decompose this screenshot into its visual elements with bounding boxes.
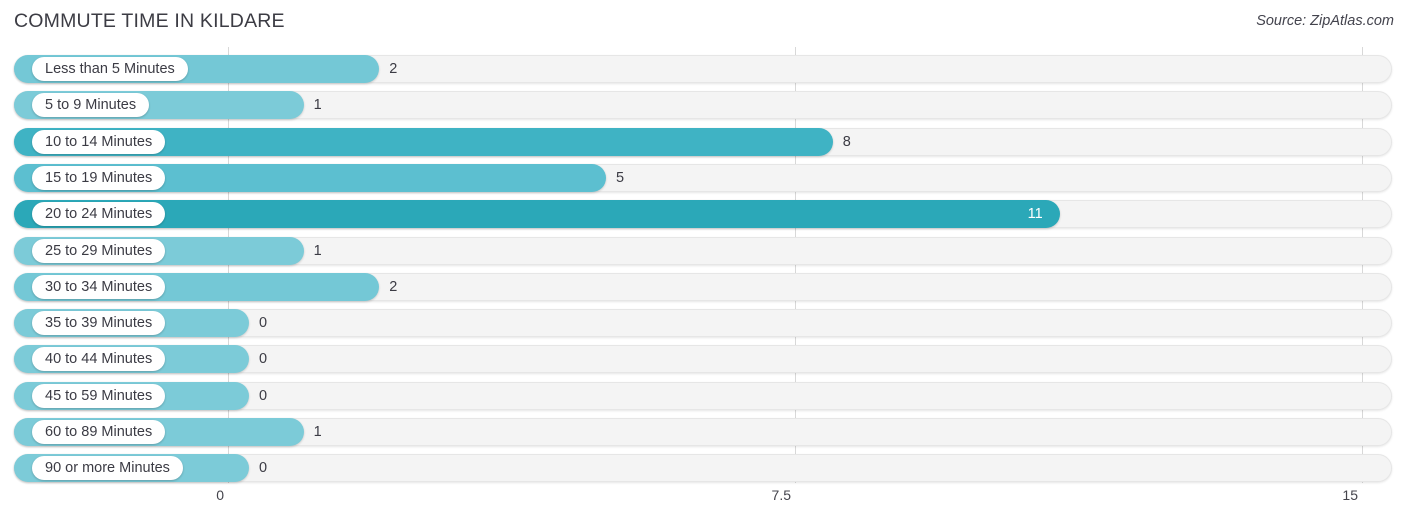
bar-category-label: 5 to 9 Minutes [32,93,150,118]
bar-value-label: 0 [259,387,268,404]
bar-value-label: 1 [313,424,322,440]
bar[interactable] [14,200,1060,229]
bar-row[interactable]: 20 to 24 Minutes 11 [14,200,1392,229]
x-axis-tick-label: 15 [1342,487,1358,503]
bar-value-label: 5 [616,169,625,186]
bar-category-label: 15 to 19 Minutes [32,165,166,190]
bar-value-label: 0 [259,351,268,368]
bar-value-label: 1 [313,97,322,114]
bar-row[interactable]: 15 to 19 Minutes 5 [14,163,1392,192]
bar-category-label: Less than 5 Minutes [32,57,188,81]
page-title: COMMUTE TIME IN KILDARE [14,10,285,32]
bar-category-label: 90 or more Minutes [32,456,183,481]
bar-row[interactable]: Less than 5 Minutes 2 [14,55,1392,83]
bar-category-label: 20 to 24 Minutes [32,202,166,227]
plot-area: Less than 5 Minutes 2 5 to 9 Minutes 1 10 to… [0,45,1406,485]
bar-rows: Less than 5 Minutes 2 5 to 9 Minutes 1 10 to… [0,45,1406,485]
bar-value-label: 1 [313,242,322,259]
bar-value-label: 2 [389,61,398,77]
bar-row[interactable]: 40 to 44 Minutes 0 [14,345,1392,374]
bar-row[interactable]: 5 to 9 Minutes 1 [14,91,1392,120]
bar-row[interactable]: 35 to 39 Minutes 0 [14,309,1392,338]
bar-row[interactable]: 10 to 14 Minutes 8 [14,127,1392,156]
x-axis-tick-label: 0 [216,487,224,503]
bar-row[interactable]: 30 to 34 Minutes 2 [14,272,1392,301]
bar-value-label: 0 [259,460,268,477]
bar-value-label: 8 [842,133,851,150]
bar-value-label: 2 [389,278,398,295]
bar-row[interactable]: 45 to 59 Minutes 0 [14,381,1392,410]
x-axis-tick-label: 7.5 [771,487,791,503]
bar-category-label: 35 to 39 Minutes [32,311,166,336]
bar-row[interactable]: 25 to 29 Minutes 1 [14,236,1392,265]
source-attribution: Source: ZipAtlas.com [1256,13,1394,29]
chart-container: COMMUTE TIME IN KILDARE Source: ZipAtlas… [0,0,1406,523]
x-axis: 0 7.5 15 [0,485,1406,523]
bar-category-label: 45 to 59 Minutes [32,383,166,408]
bar-category-label: 30 to 34 Minutes [32,274,166,299]
bar-row[interactable]: 60 to 89 Minutes 1 [14,418,1392,446]
bar-value-label: 0 [259,315,268,332]
bar-category-label: 40 to 44 Minutes [32,347,166,372]
bar-category-label: 10 to 14 Minutes [32,129,166,154]
bar-category-label: 60 to 89 Minutes [32,420,166,444]
bar-row[interactable]: 90 or more Minutes 0 [14,454,1392,483]
bar-value-label: 11 [1027,206,1043,223]
chart-header: COMMUTE TIME IN KILDARE Source: ZipAtlas… [0,0,1406,45]
bar-category-label: 25 to 29 Minutes [32,238,166,263]
